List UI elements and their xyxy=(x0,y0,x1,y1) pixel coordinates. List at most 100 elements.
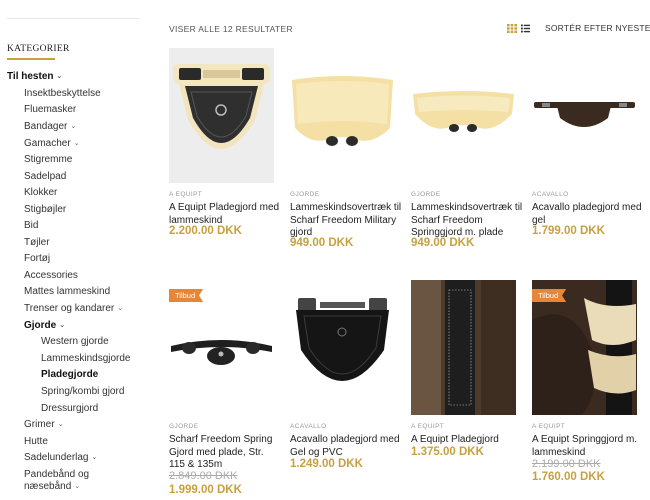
category-label: Insektbeskyttelse xyxy=(24,88,101,99)
category-label: Tøjler xyxy=(24,237,50,248)
chevron-down-icon[interactable]: ⌄ xyxy=(74,481,80,493)
product-image[interactable] xyxy=(532,48,637,183)
category-label: Bandager xyxy=(24,121,68,132)
category-spring-kombi-gjord[interactable]: Spring/kombi gjord xyxy=(41,386,124,398)
category-insektbeskyttelse[interactable]: Insektbeskyttelse xyxy=(24,88,101,100)
girth-gel-pvc-image xyxy=(296,298,389,381)
category-label: Accessories xyxy=(24,270,78,281)
category-gjorde[interactable]: Gjorde ⌄ xyxy=(24,320,65,333)
category-pladegjorde[interactable]: Pladegjorde xyxy=(41,369,98,381)
chevron-down-icon[interactable]: ⌄ xyxy=(58,419,64,431)
product-brand: GJORDE xyxy=(169,423,199,430)
heading-underline xyxy=(7,58,55,60)
product-brand: A EQUIPT xyxy=(411,423,445,430)
product-price: 949.00 DKK xyxy=(290,237,354,249)
product-card xyxy=(169,48,274,183)
category-trenser-og-kandarer[interactable]: Trenser og kandarer ⌄ xyxy=(24,303,123,316)
category-fluemasker[interactable]: Fluemasker xyxy=(24,104,76,116)
category-pandebaand[interactable]: Pandebånd og xyxy=(24,469,89,481)
category-sidebar: KATEGORIER Til hesten ⌄ Insektbeskyttelse… xyxy=(0,0,150,500)
category-label: Pandebånd og xyxy=(24,469,90,480)
product-name[interactable]: Lammeskindsovertræk til Scharf Freedom M… xyxy=(290,202,402,240)
product-price: 2.200.00 DKK xyxy=(169,225,242,237)
product-image[interactable] xyxy=(290,280,395,415)
category-label: Lammeskindsgjorde xyxy=(41,353,131,364)
category-stigremme[interactable]: Stigremme xyxy=(24,154,72,166)
product-name[interactable]: A Equipt Pladegjord med lammeskind xyxy=(169,202,281,227)
category-tojler[interactable]: Tøjler xyxy=(24,237,50,249)
category-fortoj[interactable]: Fortøj xyxy=(24,253,50,265)
category-dressurgjord[interactable]: Dressurgjord xyxy=(41,403,98,415)
category-klokker[interactable]: Klokker xyxy=(24,187,57,199)
sort-dropdown[interactable]: SORTÉR EFTER NYESTE⌄ xyxy=(545,23,650,33)
chevron-down-icon[interactable]: ⌄ xyxy=(57,71,63,83)
category-bid[interactable]: Bid xyxy=(24,220,38,232)
sheepskin-cover-image xyxy=(292,76,393,146)
chevron-down-icon[interactable]: ⌄ xyxy=(117,303,123,315)
category-label: Gjorde xyxy=(24,320,57,331)
category-lammeskindsgjorde[interactable]: Lammeskindsgjorde xyxy=(41,353,131,365)
product-image[interactable]: Tilbud xyxy=(532,280,637,415)
product-brand: GJORDE xyxy=(290,191,320,198)
category-label: Pladegjorde xyxy=(41,369,99,380)
product-name[interactable]: A Equipt Pladegjord xyxy=(411,434,523,447)
category-bandager[interactable]: Bandager ⌄ xyxy=(24,121,76,134)
category-label: næsebånd xyxy=(24,481,72,492)
category-western-gjorde[interactable]: Western gjorde xyxy=(41,336,109,348)
category-label: Bid xyxy=(24,220,39,231)
product-brand: GJORDE xyxy=(411,191,441,198)
product-image[interactable] xyxy=(169,48,274,183)
category-label: Sadelunderlag xyxy=(24,452,89,463)
category-til-hesten[interactable]: Til hesten ⌄ xyxy=(7,71,62,84)
product-price: 1.799.00 DKK xyxy=(532,225,605,237)
category-label: Stigbøjler xyxy=(24,204,67,215)
product-name[interactable]: Acavallo pladegjord med Gel og PVC xyxy=(290,434,402,459)
category-label: Til hesten xyxy=(7,71,54,82)
girth-on-horse-image xyxy=(411,280,516,415)
category-label: Dressurgjord xyxy=(41,403,99,414)
sheepskin-cover-image xyxy=(413,91,514,132)
product-card: Tilbud xyxy=(169,280,274,415)
category-sadelunderlag[interactable]: Sadelunderlag ⌄ xyxy=(24,452,97,465)
product-brand: ACAVALLO xyxy=(532,191,569,198)
category-accessories[interactable]: Accessories xyxy=(24,270,78,282)
category-grimer[interactable]: Grimer ⌄ xyxy=(24,419,63,432)
product-brand: ACAVALLO xyxy=(290,423,327,430)
chevron-down-icon[interactable]: ⌄ xyxy=(74,138,80,150)
category-hutte[interactable]: Hutte xyxy=(24,436,48,448)
product-image[interactable] xyxy=(290,48,395,183)
product-price: 949.00 DKK xyxy=(411,237,475,249)
product-card: Tilbud xyxy=(532,280,637,415)
category-label: Hutte xyxy=(24,436,48,447)
chevron-down-icon[interactable]: ⌄ xyxy=(59,320,65,332)
results-count: VISER ALLE 12 RESULTATER xyxy=(169,24,293,34)
product-name[interactable]: Lammeskindsovertræk til Scharf Freedom S… xyxy=(411,202,523,240)
chevron-down-icon[interactable]: ⌄ xyxy=(92,452,98,464)
product-name[interactable]: Acavallo pladegjord med gel xyxy=(532,202,644,227)
product-name[interactable]: Scharf Freedom Spring Gjord med plade, S… xyxy=(169,434,281,472)
list-view-icon[interactable] xyxy=(521,24,530,33)
product-image[interactable]: Tilbud xyxy=(169,280,274,415)
category-label: Stigremme xyxy=(24,154,73,165)
sort-label: SORTÉR EFTER NYESTE xyxy=(545,23,650,33)
sale-badge: Tilbud xyxy=(169,289,204,302)
category-gamacher[interactable]: Gamacher ⌄ xyxy=(24,138,80,151)
category-stigbojler[interactable]: Stigbøjler xyxy=(24,204,66,216)
category-label: Sadelpad xyxy=(24,171,67,182)
chevron-down-icon[interactable]: ⌄ xyxy=(70,121,76,133)
category-label: Fortøj xyxy=(24,253,51,264)
category-label: Klokker xyxy=(24,187,58,198)
product-card xyxy=(411,48,516,183)
product-image[interactable] xyxy=(411,48,516,183)
product-name[interactable]: A Equipt Springgjord m. lammeskind xyxy=(532,434,644,459)
product-price: 1.999.00 DKK xyxy=(169,484,242,496)
categories-heading: KATEGORIER xyxy=(7,44,70,54)
category-mattes-lammeskind[interactable]: Mattes lammeskind xyxy=(24,286,110,298)
girth-gel-image xyxy=(534,102,635,127)
grid-view-icon[interactable] xyxy=(507,24,517,33)
product-card xyxy=(411,280,516,415)
category-sadelpad[interactable]: Sadelpad xyxy=(24,171,66,183)
category-naesebaand[interactable]: næsebånd ⌄ xyxy=(24,481,80,494)
product-image[interactable] xyxy=(411,280,516,415)
category-label: Fluemasker xyxy=(24,104,77,115)
